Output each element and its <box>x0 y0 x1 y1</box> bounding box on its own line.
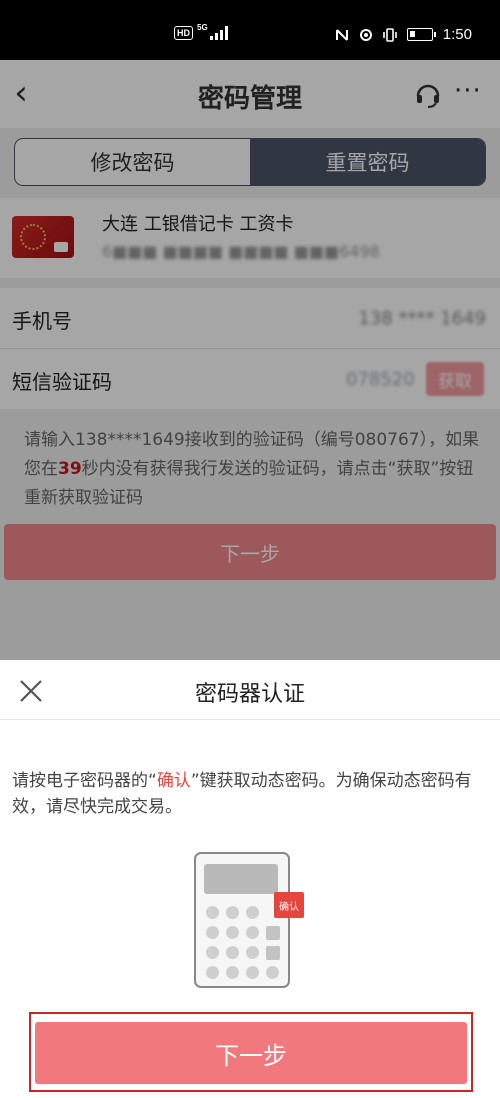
dialog-header: 密码器认证 <box>0 660 500 720</box>
token-device-illustration <box>194 852 290 988</box>
confirm-key-tag: 确认 <box>274 892 304 918</box>
eye-comfort-icon <box>359 28 372 41</box>
status-time: 1:50 <box>442 26 472 43</box>
vibrate-icon <box>382 27 397 42</box>
hd-badge: HD <box>174 26 193 40</box>
dialog-description: 请按电子密码器的“确认”键获取动态密码。为确保动态密码有效，请尽快完成交易。 <box>12 768 488 820</box>
token-screen <box>204 864 278 894</box>
network-type: 5G <box>197 22 208 32</box>
signal-icon <box>209 26 228 40</box>
desc-prefix: 请按电子密码器的“ <box>12 771 157 791</box>
dialog-title: 密码器认证 <box>194 682 305 707</box>
desc-highlight: 确认 <box>156 771 191 791</box>
battery-icon <box>406 28 436 41</box>
status-bar: HD 5G 1:50 <box>0 0 500 60</box>
status-left: HD 5G <box>174 22 228 40</box>
next-button[interactable]: 下一步 <box>35 1022 467 1084</box>
status-right: 1:50 <box>335 26 472 43</box>
token-auth-dialog: 密码器认证 请按电子密码器的“确认”键获取动态密码。为确保动态密码有效，请尽快完… <box>0 660 500 1100</box>
nfc-icon <box>335 28 348 41</box>
